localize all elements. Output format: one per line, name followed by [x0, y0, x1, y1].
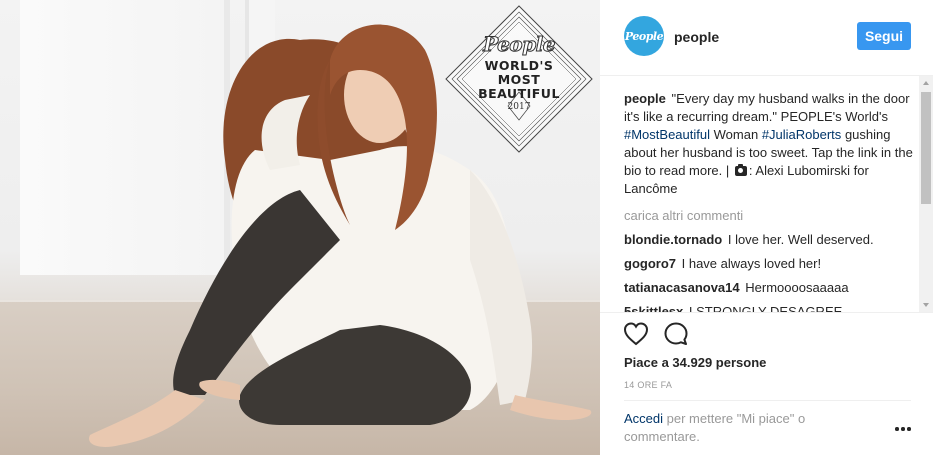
- login-prompt: Accedi per mettere "Mi piace" o commenta…: [624, 410, 854, 446]
- post-photo[interactable]: People WORLD'S MOST BEAUTIFUL 2017: [0, 0, 600, 455]
- post-details-pane: People people Segui people "Every day my…: [600, 0, 933, 455]
- username-link[interactable]: people: [674, 29, 719, 45]
- load-more-comments-link[interactable]: carica altri commenti: [624, 207, 916, 225]
- comment-text: I STRONGLY DESAGREE: [688, 304, 843, 312]
- caption-text-1: "Every day my husband walks in the door …: [624, 91, 910, 124]
- footer-divider: [624, 400, 911, 401]
- avatar-logo-text: People: [624, 29, 664, 43]
- actions-divider: [600, 312, 933, 313]
- comments-list[interactable]: people "Every day my husband walks in th…: [624, 90, 916, 312]
- comment-text: Hermoooosaaaaa: [745, 280, 849, 295]
- follow-button[interactable]: Segui: [857, 22, 911, 50]
- hashtag-link-mostbeautiful[interactable]: #MostBeautiful: [624, 127, 710, 142]
- post-timestamp[interactable]: 14 ORE FA: [624, 380, 672, 390]
- comment-author[interactable]: gogoro7: [624, 256, 676, 271]
- post-header: People people Segui: [600, 0, 933, 76]
- comment-item: blondie.tornado I love her. Well deserve…: [624, 231, 916, 249]
- badge-line-beautiful: BEAUTIFUL: [478, 86, 560, 101]
- caption-author[interactable]: people: [624, 91, 666, 106]
- comment-text: I love her. Well deserved.: [727, 232, 874, 247]
- badge-year: 2017: [507, 102, 531, 112]
- comment-icon[interactable]: [662, 320, 690, 348]
- badge-people-logo: People: [483, 32, 556, 57]
- comment-item: tatianacasanova14 Hermoooosaaaaa: [624, 279, 916, 297]
- comment-author[interactable]: 5skittlesx: [624, 304, 683, 312]
- comment-author[interactable]: blondie.tornado: [624, 232, 722, 247]
- scrollbar-thumb[interactable]: [921, 92, 931, 204]
- camera-icon: [734, 164, 747, 176]
- comment-author[interactable]: tatianacasanova14: [624, 280, 740, 295]
- likes-count[interactable]: Piace a 34.929 persone: [624, 355, 766, 370]
- hashtag-link-juliaroberts[interactable]: #JuliaRoberts: [762, 127, 842, 142]
- login-link[interactable]: Accedi: [624, 411, 663, 426]
- comment-text: I have always loved her!: [681, 256, 822, 271]
- scroll-up-arrow-icon[interactable]: [919, 76, 933, 90]
- comments-scrollbar[interactable]: [919, 76, 933, 312]
- badge-line-most: MOST: [497, 72, 541, 87]
- comment-item: gogoro7 I have always loved her!: [624, 255, 916, 273]
- caption-text-2: Woman: [713, 127, 759, 142]
- comment-item: 5skittlesx I STRONGLY DESAGREE: [624, 303, 916, 312]
- heart-icon[interactable]: [622, 320, 650, 348]
- scroll-down-arrow-icon[interactable]: [919, 298, 933, 312]
- post-caption: people "Every day my husband walks in th…: [624, 90, 916, 198]
- more-options-icon[interactable]: [893, 424, 913, 434]
- avatar[interactable]: People: [624, 16, 664, 56]
- badge-line-worlds: WORLD'S: [484, 58, 554, 73]
- worlds-most-beautiful-badge: People WORLD'S MOST BEAUTIFUL 2017: [444, 4, 594, 154]
